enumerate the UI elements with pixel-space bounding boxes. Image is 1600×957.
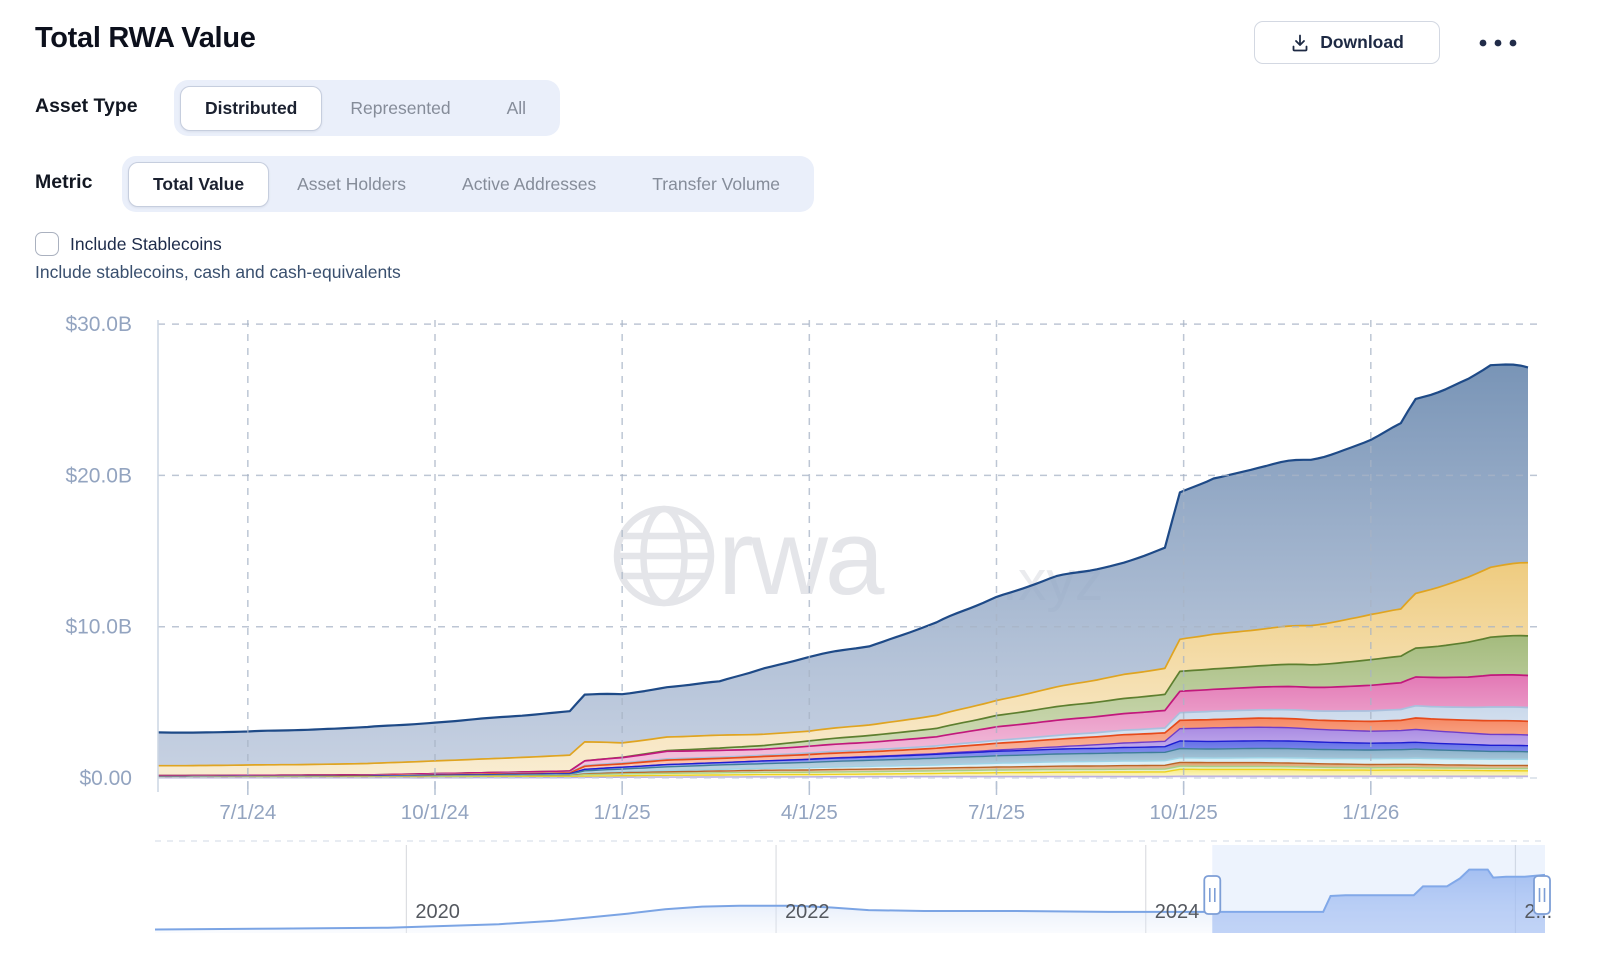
x-tick-label: 1/1/25 — [594, 801, 651, 824]
x-tick-label: 7/1/24 — [219, 801, 276, 824]
y-tick-label: $0.00 — [79, 767, 132, 790]
nav-year-label: 2024 — [1155, 901, 1200, 923]
date-range-navigator[interactable]: 2020202220242... — [155, 841, 1552, 933]
globe-icon — [617, 509, 711, 603]
x-tick-label: 1/1/26 — [1342, 801, 1399, 824]
total-rwa-value-chart[interactable]: rwa.xyz$0.00$10.0B$20.0B$30.0B7/1/2410/1… — [0, 0, 1600, 957]
rwa-analytics-page: Total RWA Value Download Asset Type Dist… — [0, 0, 1600, 957]
y-tick-label: $20.0B — [65, 464, 132, 487]
watermark-text: rwa — [718, 497, 885, 617]
y-tick-label: $10.0B — [65, 616, 132, 639]
x-tick-label: 10/1/24 — [401, 801, 469, 824]
x-tick-label: 4/1/25 — [781, 801, 838, 824]
nav-year-label: 2020 — [415, 901, 460, 923]
y-tick-label: $30.0B — [65, 313, 132, 336]
x-tick-label: 10/1/25 — [1149, 801, 1217, 824]
nav-year-label: 2022 — [785, 901, 830, 923]
x-tick-label: 7/1/25 — [968, 801, 1025, 824]
nav-handle-right[interactable] — [1534, 876, 1550, 914]
nav-handle-left[interactable] — [1204, 876, 1220, 914]
